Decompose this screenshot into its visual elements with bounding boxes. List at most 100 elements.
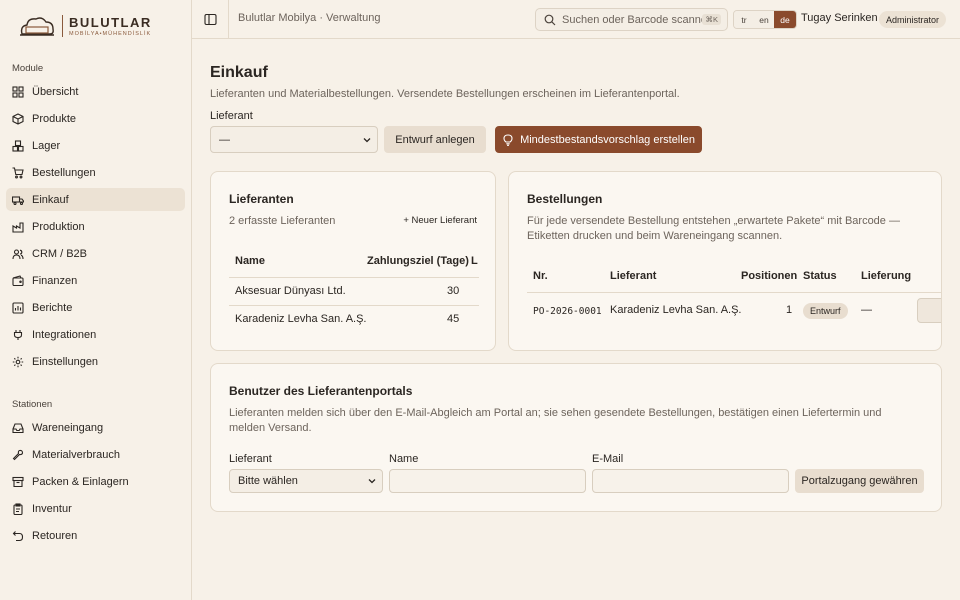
min-stock-suggestion-label: Mindestbestandsvorschlag erstellen: [520, 133, 695, 146]
sidebar-item-uebersicht[interactable]: Übersicht: [6, 80, 185, 103]
chevron-down-icon: [363, 137, 371, 142]
boxes-icon: [12, 139, 24, 152]
sidebar-item-crm-b2b[interactable]: CRM / B2B: [6, 242, 185, 265]
sidebar-item-retouren[interactable]: Retouren: [6, 524, 185, 547]
sidebar-item-inventur[interactable]: Inventur: [6, 497, 185, 520]
portal-name-input[interactable]: [389, 469, 586, 493]
orders-description: Für jede versendete Bestellung entstehen…: [527, 215, 900, 242]
app-title: Bulutlar Mobilya · Verwaltung: [238, 12, 381, 24]
supplier-select-value: —: [219, 133, 230, 146]
page-title: Einkauf: [210, 64, 268, 81]
column-header-delivery: Lieferung: [861, 270, 912, 282]
sidebar-item-berichte[interactable]: Berichte: [6, 296, 185, 319]
undo-icon: [12, 530, 24, 541]
column-header-name: Name: [235, 255, 265, 267]
modules-nav: Übersicht Produkte Lager Bestellungen Ei…: [6, 80, 185, 377]
sidebar-item-label: Wareneingang: [32, 421, 104, 434]
sidebar-item-bestellungen[interactable]: Bestellungen: [6, 161, 185, 184]
sidebar-item-label: Inventur: [32, 502, 72, 515]
table-divider: [527, 292, 941, 293]
sidebar-item-label: Finanzen: [32, 274, 78, 287]
search-shortcut: ⌘K: [702, 14, 721, 25]
sidebar-item-label: Integrationen: [32, 328, 97, 341]
portal-name-label: Name: [389, 453, 419, 465]
wrench-icon: [12, 449, 24, 460]
orders-card: Bestellungen Für jede versendete Bestell…: [508, 171, 942, 351]
grant-portal-access-button[interactable]: Portalzugang gewähren: [795, 469, 924, 493]
sidebar-item-finanzen[interactable]: Finanzen: [6, 269, 185, 292]
new-supplier-button[interactable]: + Neuer Lieferant: [403, 215, 477, 226]
stations-nav: Wareneingang Materialverbrauch Packen & …: [6, 416, 185, 551]
column-header-payment-terms: Zahlungsziel (Tage): [367, 255, 469, 267]
sidebar-item-integrationen[interactable]: Integrationen: [6, 323, 185, 346]
sidebar-item-label: Materialverbrauch: [32, 448, 121, 461]
create-draft-button[interactable]: Entwurf anlegen: [384, 126, 486, 153]
sidebar-item-einstellungen[interactable]: Einstellungen: [6, 350, 185, 373]
sidebar-item-einkauf[interactable]: Einkauf: [6, 188, 185, 211]
supplier-row-name[interactable]: Aksesuar Dünyası Ltd.: [235, 285, 346, 297]
search-icon: [544, 14, 556, 25]
brand-logo[interactable]: BULUTLAR MOBİLYA•MÜHENDİSLİK: [18, 12, 158, 40]
clipboard-icon: [13, 502, 23, 515]
dashboard-icon: [12, 85, 24, 98]
order-action-button[interactable]: [917, 298, 941, 323]
language-de-button[interactable]: de: [774, 11, 796, 28]
user-name[interactable]: Tugay Serinken: [801, 12, 878, 24]
truck-icon: [12, 195, 24, 205]
search-placeholder: Suchen oder Barcode scannen: [562, 13, 714, 26]
status-badge: Entwurf: [803, 303, 848, 319]
archive-icon: [12, 476, 24, 487]
portal-supplier-label: Lieferant: [229, 453, 272, 465]
sidebar-item-label: Retouren: [32, 529, 78, 542]
min-stock-suggestion-button[interactable]: Mindestbestandsvorschlag erstellen: [495, 126, 702, 153]
page-subtitle: Lieferanten und Materialbestellungen. Ve…: [210, 88, 680, 100]
portal-email-input[interactable]: [592, 469, 789, 493]
sidebar-item-lager[interactable]: Lager: [6, 134, 185, 157]
column-header-positions: Positionen: [741, 270, 798, 282]
suppliers-card-title: Lieferanten: [229, 192, 294, 206]
portal-supplier-select[interactable]: Bitte wählen: [229, 469, 383, 493]
language-tr-button[interactable]: tr: [734, 11, 754, 28]
brand-name: BULUTLAR: [69, 15, 152, 30]
order-supplier: Karadeniz Levha San. A.Ş.: [610, 304, 742, 316]
sidebar-item-label: Packen & Einlagern: [32, 475, 129, 488]
sidebar-item-produktion[interactable]: Produktion: [6, 215, 185, 238]
sidebar-item-produkte[interactable]: Produkte: [6, 107, 185, 130]
sidebar-item-label: Lager: [32, 139, 61, 152]
factory-icon: [12, 221, 24, 233]
supplier-row-name[interactable]: Karadeniz Levha San. A.Ş.: [235, 313, 366, 325]
users-icon: [12, 248, 24, 259]
portal-email-label: E-Mail: [592, 453, 624, 465]
search-input[interactable]: Suchen oder Barcode scannen ⌘K: [535, 8, 728, 31]
sidebar-item-label: Bestellungen: [32, 166, 96, 179]
sidebar-item-label: CRM / B2B: [32, 247, 88, 260]
supplier-row-terms: 45: [447, 313, 460, 325]
sidebar-item-materialverbrauch[interactable]: Materialverbrauch: [6, 443, 185, 466]
orders-card-title: Bestellungen: [527, 192, 603, 206]
topbar: Bulutlar Mobilya · Verwaltung Suchen ode…: [192, 0, 960, 39]
order-number[interactable]: PO-2026-0001: [533, 306, 602, 317]
package-icon: [12, 112, 24, 125]
sidebar-item-label: Produktion: [32, 220, 85, 233]
sidebar-item-packen-einlagern[interactable]: Packen & Einlagern: [6, 470, 185, 493]
sidebar-item-label: Produkte: [32, 112, 77, 125]
column-header-truncated: L: [471, 255, 478, 267]
column-header-nr: Nr.: [533, 270, 548, 282]
column-header-status: Status: [803, 270, 837, 282]
sidebar-toggle-button[interactable]: [192, 0, 229, 38]
lightbulb-icon: [503, 133, 513, 146]
column-header-supplier: Lieferant: [610, 270, 657, 282]
table-divider: [229, 277, 479, 278]
order-delivery: —: [861, 304, 872, 316]
sidebar-item-label: Einstellungen: [32, 355, 99, 368]
table-divider: [229, 305, 479, 306]
chevron-down-icon: [368, 479, 376, 484]
supplier-select[interactable]: —: [210, 126, 378, 153]
sidebar-item-wareneingang[interactable]: Wareneingang: [6, 416, 185, 439]
supplier-row-terms: 30: [447, 285, 460, 297]
language-en-button[interactable]: en: [754, 11, 774, 28]
sidebar-item-label: Übersicht: [32, 85, 79, 98]
supplier-label: Lieferant: [210, 110, 253, 122]
order-positions: 1: [786, 304, 793, 316]
inbox-icon: [12, 422, 24, 433]
